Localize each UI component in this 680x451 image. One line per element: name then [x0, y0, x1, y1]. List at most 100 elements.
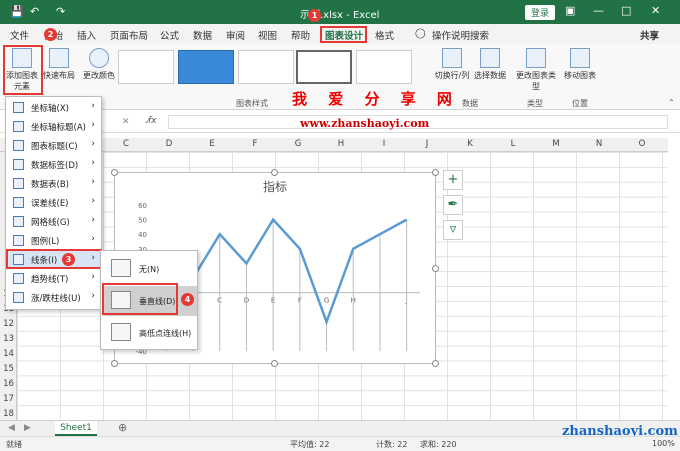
switch-row-column-button[interactable]: 切换行/列: [430, 48, 474, 81]
maximize-icon[interactable]: □: [621, 4, 631, 17]
quick-layout-button[interactable]: 快速布局: [42, 48, 76, 81]
tab-view[interactable]: 视图: [258, 28, 277, 42]
row-header[interactable]: 15: [0, 364, 17, 374]
chevron-right-icon: ›: [91, 139, 95, 149]
chart-title[interactable]: 指标: [263, 179, 287, 194]
x-tick-label: G: [324, 297, 329, 305]
tab-data[interactable]: 数据: [193, 28, 212, 42]
tab-insert[interactable]: 插入: [77, 28, 96, 42]
menu-item-trendline[interactable]: 趋势线(T) ›: [6, 269, 101, 288]
column-header[interactable]: K: [460, 139, 480, 149]
row-header[interactable]: 13: [0, 334, 17, 344]
menu-item-gridlines[interactable]: 网格线(G) ›: [6, 212, 101, 231]
resize-handle[interactable]: [111, 360, 118, 367]
chart-styles-brush-icon[interactable]: ✒: [443, 195, 463, 215]
tab-help[interactable]: 帮助: [291, 28, 310, 42]
row-header[interactable]: 18: [0, 409, 17, 419]
next-sheet-icon[interactable]: ▶: [24, 423, 31, 433]
column-header[interactable]: C: [116, 139, 136, 149]
quick-layout-label: 快速布局: [43, 71, 75, 80]
watermark-url: www.zhanshaoyi.com: [300, 117, 430, 130]
undo-icon[interactable]: ↶: [30, 5, 39, 18]
save-icon[interactable]: 💾: [10, 5, 24, 18]
ribbon-display-icon[interactable]: ▣: [565, 4, 575, 17]
function-icon[interactable]: fx: [148, 116, 157, 126]
tab-review[interactable]: 审阅: [226, 28, 245, 42]
change-chart-type-button[interactable]: 更改图表类型: [516, 48, 556, 92]
highlight-box-lines: [6, 249, 102, 269]
highlight-box-drop-lines: [102, 283, 178, 315]
column-header[interactable]: F: [245, 139, 265, 149]
add-sheet-icon[interactable]: ⊕: [118, 421, 127, 434]
login-button[interactable]: 登录: [525, 5, 556, 20]
step-badge-3: 3: [62, 253, 75, 266]
column-header[interactable]: L: [503, 139, 523, 149]
column-header[interactable]: G: [288, 139, 308, 149]
zoom-level[interactable]: 100%: [652, 439, 675, 448]
chart-elements-plus-icon[interactable]: +: [443, 170, 463, 190]
column-header[interactable]: D: [159, 139, 179, 149]
column-header[interactable]: I: [374, 139, 394, 149]
column-header[interactable]: O: [632, 139, 652, 149]
chart-style-2[interactable]: [178, 50, 234, 84]
minimize-icon[interactable]: —: [593, 4, 604, 17]
axes-icon: [13, 102, 24, 113]
menu-item-chart-title[interactable]: 图表标题(C) ›: [6, 136, 101, 155]
prev-sheet-icon[interactable]: ◀: [8, 423, 15, 433]
tab-page-layout[interactable]: 页面布局: [110, 28, 148, 42]
column-header[interactable]: M: [546, 139, 566, 149]
resize-handle[interactable]: [432, 169, 439, 176]
chart-style-3[interactable]: [238, 50, 294, 84]
watermark-title: 我 爱 分 享 网: [292, 90, 460, 108]
column-header[interactable]: H: [331, 139, 351, 149]
tell-me-search[interactable]: 操作说明搜索: [432, 28, 489, 42]
tab-file[interactable]: 文件: [10, 28, 29, 42]
cancel-formula-icon[interactable]: ✕: [122, 117, 130, 127]
menu-item-up-down-bars[interactable]: 涨/跌柱线(U) ›: [6, 288, 101, 307]
quick-layout-icon: [49, 48, 69, 68]
column-header[interactable]: E: [202, 139, 222, 149]
share-button[interactable]: 共享: [640, 28, 659, 42]
resize-handle[interactable]: [111, 169, 118, 176]
chart-style-5[interactable]: [356, 50, 412, 84]
tab-format[interactable]: 格式: [375, 28, 394, 42]
menu-item-error-bars[interactable]: 误差线(E) ›: [6, 193, 101, 212]
change-colors-button[interactable]: 更改颜色: [82, 48, 116, 81]
resize-handle[interactable]: [271, 360, 278, 367]
select-data-button[interactable]: 选择数据: [472, 48, 508, 81]
resize-handle[interactable]: [271, 169, 278, 176]
switch-row-column-icon: [442, 48, 462, 68]
tab-formulas[interactable]: 公式: [160, 28, 179, 42]
menu-item-axes[interactable]: 坐标轴(X) ›: [6, 98, 101, 117]
resize-handle[interactable]: [432, 265, 439, 272]
row-header[interactable]: 12: [0, 319, 17, 329]
chart-title-icon: [13, 140, 24, 151]
series-line[interactable]: [165, 217, 408, 326]
chart-filter-icon[interactable]: ▿: [443, 220, 463, 240]
change-chart-type-icon: [526, 48, 546, 68]
submenu-item-high-low-lines[interactable]: 高低点连线(H): [103, 318, 197, 348]
menu-item-legend[interactable]: 图例(L) ›: [6, 231, 101, 250]
high-low-lines-icon: [111, 323, 131, 341]
sheet-tab[interactable]: Sheet1: [55, 421, 97, 436]
submenu-item-none[interactable]: 无(N): [103, 254, 197, 284]
chart-style-1[interactable]: [118, 50, 174, 84]
legend-icon: [13, 235, 24, 246]
close-icon[interactable]: ✕: [651, 4, 660, 17]
data-labels-icon: [13, 159, 24, 170]
redo-icon[interactable]: ↷: [56, 5, 65, 18]
chart-style-4[interactable]: [296, 50, 352, 84]
move-chart-button[interactable]: 移动图表: [562, 48, 598, 81]
menu-item-data-table[interactable]: 数据表(B) ›: [6, 174, 101, 193]
row-header[interactable]: 17: [0, 394, 17, 404]
row-header[interactable]: 16: [0, 379, 17, 389]
menu-item-data-labels[interactable]: 数据标签(D) ›: [6, 155, 101, 174]
row-header[interactable]: 14: [0, 349, 17, 359]
column-header[interactable]: N: [589, 139, 609, 149]
column-header[interactable]: J: [417, 139, 437, 149]
collapse-ribbon-icon[interactable]: ⌃: [668, 98, 675, 107]
type-group-label: 类型: [527, 99, 543, 108]
resize-handle[interactable]: [432, 360, 439, 367]
y-tick-label: 60: [138, 202, 147, 210]
menu-item-axis-titles[interactable]: 坐标轴标题(A) ›: [6, 117, 101, 136]
